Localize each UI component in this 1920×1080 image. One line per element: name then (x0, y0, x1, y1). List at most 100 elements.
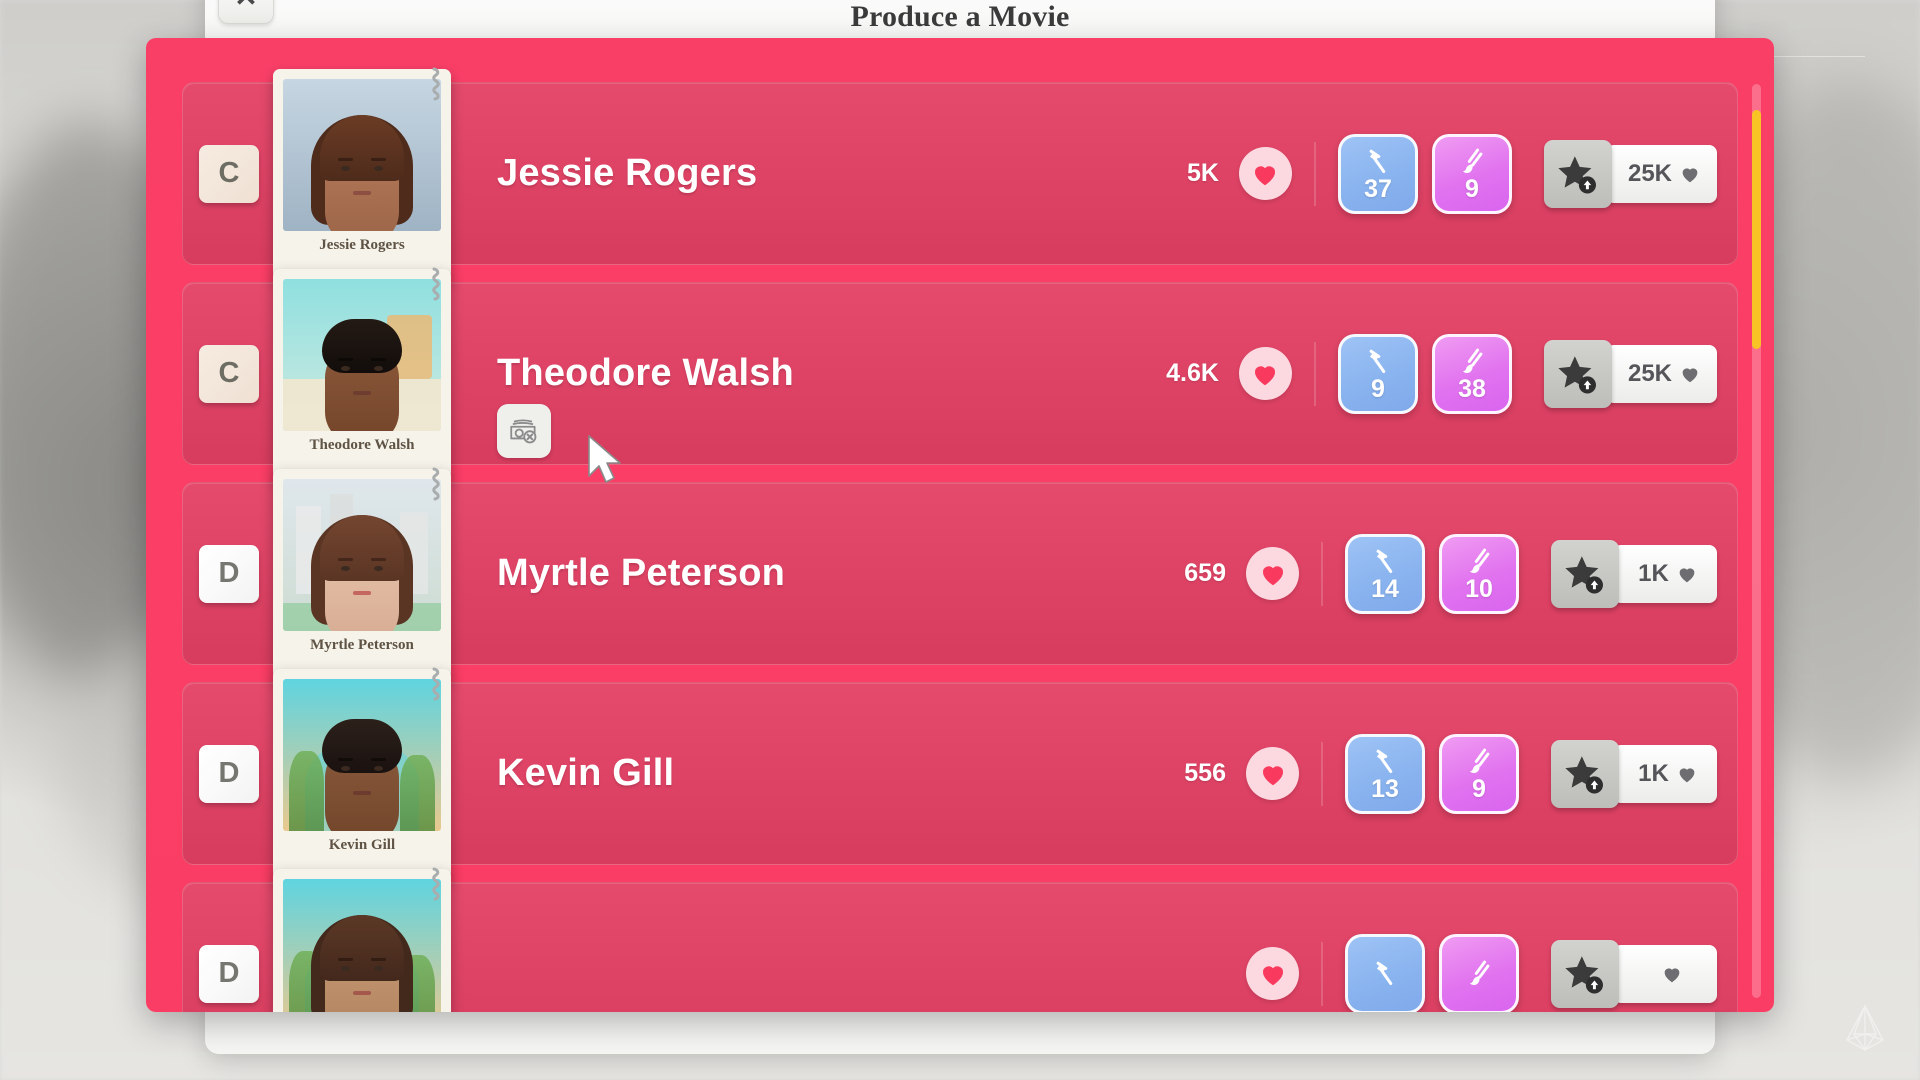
actor-name: Kevin Gill (497, 752, 675, 794)
fan-count: 556 (1184, 759, 1226, 787)
hire-cost-value: 25K (1627, 159, 1672, 187)
skill-paintbrush[interactable]: 9 (1431, 133, 1512, 214)
close-button[interactable]: ✕ (218, 0, 274, 24)
fan-count: 5K (1187, 159, 1219, 187)
skill-paintbrush-value: 9 (1465, 175, 1479, 203)
skill-hammer[interactable] (1345, 933, 1425, 1012)
actor-name: Jessie Rogers (497, 152, 758, 194)
hire-cost-button[interactable]: 1K (1613, 744, 1717, 803)
hire-cost-value: 1K (1638, 759, 1669, 787)
star-up-arrow-icon[interactable] (1543, 339, 1612, 408)
skill-hammer[interactable]: 13 (1345, 733, 1425, 814)
scrollbar-thumb[interactable] (1752, 110, 1761, 349)
actor-portrait-card[interactable]: Myrtle Peterson (273, 468, 451, 679)
fan-count-group: 5K (967, 147, 1292, 200)
skill-hammer[interactable]: 37 (1337, 133, 1418, 214)
actor-photo (283, 278, 441, 431)
actor-list[interactable]: C Jessie Rogers Jessie Rogers 5K 37 9 25K C Theo… (146, 38, 1774, 1012)
skill-paintbrush-value: 9 (1472, 775, 1486, 803)
hire-group[interactable]: 25K (1543, 339, 1717, 408)
grade-badge: C (199, 144, 259, 203)
actor-photo (283, 478, 441, 631)
portrait-hair-top (322, 318, 402, 373)
divider (1321, 541, 1323, 606)
divider (1313, 141, 1316, 206)
divider (1321, 741, 1323, 806)
skill-hammer-value: 9 (1371, 375, 1385, 403)
grade-badge: D (199, 544, 259, 603)
heart-icon (1238, 147, 1292, 200)
hire-cost-value: 25K (1627, 359, 1672, 387)
portrait-container (273, 867, 451, 1012)
actor-portrait-card[interactable]: Jessie Rogers (273, 68, 451, 279)
star-up-arrow-icon[interactable] (1551, 739, 1619, 808)
portrait-caption: Theodore Walsh (309, 436, 415, 453)
actor-portrait-card[interactable]: Kevin Gill (273, 668, 451, 879)
skill-group: 13 9 (1345, 733, 1519, 814)
portrait-container: Kevin Gill (273, 667, 451, 879)
fan-count-group: 556 (967, 747, 1299, 800)
actor-name: Theodore Walsh (497, 352, 967, 458)
scrollbar-track[interactable] (1752, 84, 1761, 998)
page-title: Produce a Movie (850, 0, 1070, 33)
fan-count-group: 4.6K (967, 347, 1292, 400)
divider (1321, 941, 1323, 1006)
skill-paintbrush-value: 38 (1458, 375, 1486, 403)
actor-row[interactable]: C Jessie Rogers Jessie Rogers 5K 37 9 25K (182, 67, 1738, 279)
hire-group[interactable]: 1K (1551, 739, 1717, 808)
actor-photo (283, 878, 441, 1012)
portrait-hair-top (322, 718, 402, 773)
actor-portrait-card[interactable]: Theodore Walsh (273, 268, 451, 479)
actor-row[interactable]: D (182, 867, 1738, 1012)
star-up-arrow-icon[interactable] (1543, 139, 1612, 208)
skill-hammer[interactable]: 14 (1345, 533, 1425, 614)
skill-paintbrush[interactable]: 9 (1439, 733, 1519, 814)
grade-badge: C (199, 344, 259, 403)
hire-cost-button[interactable] (1613, 944, 1717, 1003)
hire-cost-value: 1K (1638, 559, 1669, 587)
skill-hammer-value: 13 (1371, 775, 1399, 803)
heart-icon (1246, 947, 1299, 1000)
actor-photo (283, 678, 441, 831)
skill-paintbrush-value: 10 (1465, 575, 1493, 603)
skill-group (1345, 933, 1519, 1012)
hire-cost-button[interactable]: 25K (1605, 344, 1717, 403)
hire-cost-button[interactable]: 1K (1613, 544, 1717, 603)
hire-group[interactable]: 25K (1543, 139, 1717, 208)
fan-count: 4.6K (1166, 359, 1219, 387)
skill-paintbrush[interactable] (1439, 933, 1519, 1012)
portrait-container: Theodore Walsh (273, 267, 451, 479)
portrait-caption: Myrtle Peterson (310, 636, 414, 653)
star-up-arrow-icon[interactable] (1551, 939, 1619, 1008)
divider (1313, 341, 1316, 406)
cast-selection-modal: C Jessie Rogers Jessie Rogers 5K 37 9 25K C Theo… (146, 38, 1774, 1012)
actor-row[interactable]: C Theodore Walsh Theodore Walsh 4.6K 9 38 25K (182, 267, 1738, 479)
skill-hammer-value: 14 (1371, 575, 1399, 603)
actor-row[interactable]: D Myrtle Peterson Myrtle Peterson 659 14 10 1K (182, 467, 1738, 679)
hire-group[interactable]: 1K (1551, 539, 1717, 608)
portrait-container: Myrtle Peterson (273, 467, 451, 679)
hook-icon (427, 67, 441, 115)
heart-icon (1246, 747, 1299, 800)
actor-row[interactable]: D Kevin Gill Kevin Gill 556 13 9 1K (182, 667, 1738, 879)
hook-icon (427, 467, 441, 515)
skill-paintbrush[interactable]: 38 (1431, 333, 1512, 414)
fan-count-group (967, 947, 1299, 1000)
grade-badge: D (199, 744, 259, 803)
skill-hammer-value: 37 (1364, 175, 1392, 203)
money-blocked-icon[interactable] (497, 404, 551, 458)
actor-photo (283, 78, 441, 231)
star-up-arrow-icon[interactable] (1551, 539, 1619, 608)
hook-icon (427, 867, 441, 915)
hire-cost-button[interactable]: 25K (1605, 144, 1717, 203)
portrait-caption: Jessie Rogers (319, 236, 405, 253)
hire-group[interactable] (1551, 939, 1717, 1008)
portrait-caption: Kevin Gill (328, 836, 396, 853)
skill-paintbrush[interactable]: 10 (1439, 533, 1519, 614)
skill-group: 14 10 (1345, 533, 1519, 614)
hook-icon (427, 667, 441, 715)
skill-group: 9 38 (1337, 333, 1512, 414)
grade-badge: D (199, 944, 259, 1003)
actor-portrait-card[interactable] (273, 868, 451, 1012)
skill-hammer[interactable]: 9 (1337, 333, 1418, 414)
